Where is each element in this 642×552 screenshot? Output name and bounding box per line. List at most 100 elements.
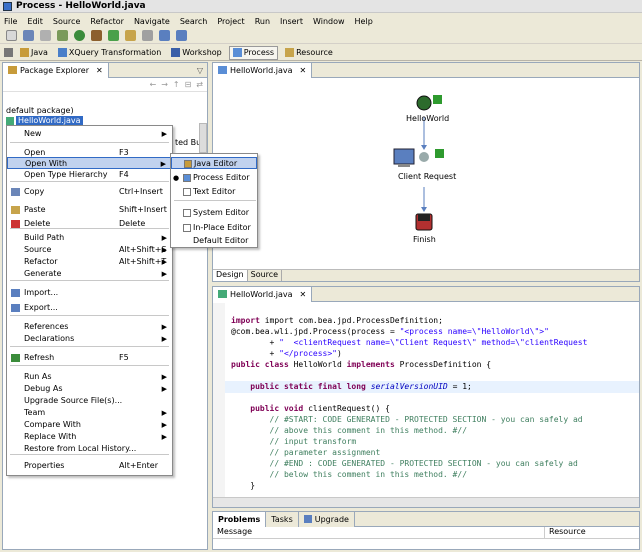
context-menu-item-export[interactable]: Export... (7, 302, 172, 314)
open-with-in-place-editor[interactable]: In-Place Editor (171, 222, 257, 234)
back-icon[interactable] (159, 30, 170, 41)
close-icon[interactable]: ✕ (300, 66, 307, 75)
context-menu-item-team[interactable]: Team ▶ (7, 407, 172, 419)
code-line: @com.bea.wli.jpd.Process(process = "<pro… (231, 327, 549, 336)
context-menu-item-debug-as[interactable]: Debug As ▶ (7, 383, 172, 395)
open-with-java-editor[interactable]: Java Editor (171, 157, 257, 169)
code-line: import import com.bea.jpd.ProcessDefinit… (231, 316, 443, 325)
menu-run[interactable]: Run (255, 17, 270, 26)
context-menu-item-new[interactable]: New ▶ (7, 128, 172, 140)
context-menu-item-import[interactable]: Import... (7, 287, 172, 299)
editor-icon (183, 174, 191, 182)
column-resource[interactable]: Resource (545, 527, 586, 538)
back-icon[interactable]: ← (149, 80, 156, 89)
package-explorer-tab[interactable]: Package Explorer ✕ (3, 62, 109, 78)
radio-selected-icon: ● (173, 174, 180, 182)
open-type-icon[interactable] (125, 30, 136, 41)
search-icon[interactable] (142, 30, 153, 41)
context-menu-item-declarations[interactable]: Declarations ▶ (7, 333, 172, 345)
build-icon[interactable] (57, 30, 68, 41)
context-menu-item-run-as[interactable]: Run As ▶ (7, 371, 172, 383)
context-menu-item-upgrade-source-file-s[interactable]: Upgrade Source File(s)... (7, 395, 172, 407)
context-menu-item-open-with[interactable]: Open With ▶ (7, 157, 172, 169)
context-menu-item-refactor[interactable]: Refactor Alt+Shift+T ▶ (7, 256, 172, 268)
open-with-system-editor[interactable]: System Editor (171, 207, 257, 219)
context-menu-item-delete[interactable]: Delete Delete (7, 218, 172, 230)
context-menu-item-properties[interactable]: Properties Alt+Enter (7, 460, 172, 472)
tab-design[interactable]: Design (213, 270, 248, 281)
client-request-node[interactable] (393, 148, 444, 167)
context-menu-item-replace-with[interactable]: Replace With ▶ (7, 431, 172, 443)
context-menu-item-open-type-hierarchy[interactable]: Open Type Hierarchy F4 (7, 169, 172, 181)
editor-horizontal-scrollbar[interactable] (213, 497, 639, 507)
tab-tasks[interactable]: Tasks (266, 511, 299, 527)
menu-file[interactable]: File (4, 17, 17, 26)
source-editor-view: HelloWorld.java ✕ import import com.bea.… (212, 286, 640, 508)
print-icon[interactable] (40, 30, 51, 41)
menu-search[interactable]: Search (180, 17, 207, 26)
perspective-workshop[interactable]: Workshop (168, 46, 224, 60)
tab-problems[interactable]: Problems (213, 511, 267, 527)
context-menu-item-generate[interactable]: Generate ▶ (7, 268, 172, 280)
menu-refactor[interactable]: Refactor (90, 17, 124, 26)
perspective-java[interactable]: Java (17, 46, 51, 60)
perspective-resource[interactable]: Resource (282, 46, 336, 60)
context-menu-item-copy[interactable]: Copy Ctrl+Insert (7, 186, 172, 198)
context-menu-item-compare-with[interactable]: Compare With ▶ (7, 419, 172, 431)
finish-node[interactable] (415, 213, 433, 231)
tab-upgrade[interactable]: Upgrade (298, 511, 355, 527)
shortcut-text: Alt+Enter (119, 461, 159, 470)
editor-icon (183, 224, 191, 232)
menu-help[interactable]: Help (355, 17, 373, 26)
new-java-class-icon[interactable] (108, 30, 119, 41)
upgrade-icon (303, 515, 312, 523)
explorer-scrollbar[interactable] (199, 123, 207, 153)
java-file-icon (218, 290, 227, 298)
process-editor-tab[interactable]: HelloWorld.java ✕ (213, 62, 313, 78)
menu-insert[interactable]: Insert (280, 17, 303, 26)
helloworld-node[interactable] (416, 95, 442, 111)
open-perspective-icon[interactable] (4, 48, 13, 57)
menu-source[interactable]: Source (53, 17, 80, 26)
new-icon[interactable] (6, 30, 17, 41)
open-with-process-editor[interactable]: ● Process Editor (171, 172, 257, 184)
run-icon[interactable] (74, 30, 85, 41)
menu-separator (10, 365, 169, 366)
context-menu-item-restore-from-local-history[interactable]: Restore from Local History... (7, 443, 172, 455)
perspective-xquery-transformation[interactable]: XQuery Transformation (55, 46, 164, 60)
code-comment: // #END : CODE GENERATED - PROTECTED SEC… (231, 459, 578, 468)
collapse-all-icon[interactable]: ⊟ (185, 80, 192, 89)
context-menu-item-paste[interactable]: Paste Shift+Insert (7, 204, 172, 216)
link-icon[interactable]: ⇄ (196, 80, 203, 89)
menu-navigate[interactable]: Navigate (134, 17, 170, 26)
save-icon[interactable] (23, 30, 34, 41)
editor-icon (183, 209, 191, 217)
perspective-process[interactable]: Process (228, 45, 279, 60)
close-icon[interactable]: ✕ (96, 66, 103, 75)
process-file-icon (218, 66, 227, 74)
context-menu-item-refresh[interactable]: Refresh F5 (7, 352, 172, 364)
menu-project[interactable]: Project (217, 17, 244, 26)
debug-icon[interactable] (91, 30, 102, 41)
tab-source[interactable]: Source (248, 270, 283, 281)
context-menu-item-references[interactable]: References ▶ (7, 321, 172, 333)
context-menu-item-source[interactable]: Source Alt+Shift+S ▶ (7, 244, 172, 256)
tree-default-package[interactable]: default package) (6, 106, 74, 115)
submenu-arrow-icon: ▶ (161, 421, 167, 429)
code-area[interactable]: import import com.bea.jpd.ProcessDefinit… (231, 304, 635, 513)
up-icon[interactable]: ↑ (173, 80, 180, 89)
menu-edit[interactable]: Edit (27, 17, 43, 26)
close-icon[interactable]: ✕ (300, 290, 307, 299)
open-with-text-editor[interactable]: Text Editor (171, 186, 257, 198)
problems-view: Problems Tasks Upgrade Message Resource (212, 511, 640, 550)
menu-separator (10, 181, 169, 182)
context-menu-item-build-path[interactable]: Build Path ▶ (7, 232, 172, 244)
forward-icon[interactable]: → (161, 80, 168, 89)
menu-window[interactable]: Window (313, 17, 345, 26)
column-message[interactable]: Message (213, 527, 545, 538)
view-menu-icon[interactable]: ▽ (197, 66, 207, 75)
tree-helloworld-file[interactable]: HelloWorld.java (6, 116, 83, 125)
source-editor-tab[interactable]: HelloWorld.java ✕ (213, 286, 313, 302)
forward-icon[interactable] (176, 30, 187, 41)
open-with-default-editor[interactable]: Default Editor (171, 235, 257, 247)
